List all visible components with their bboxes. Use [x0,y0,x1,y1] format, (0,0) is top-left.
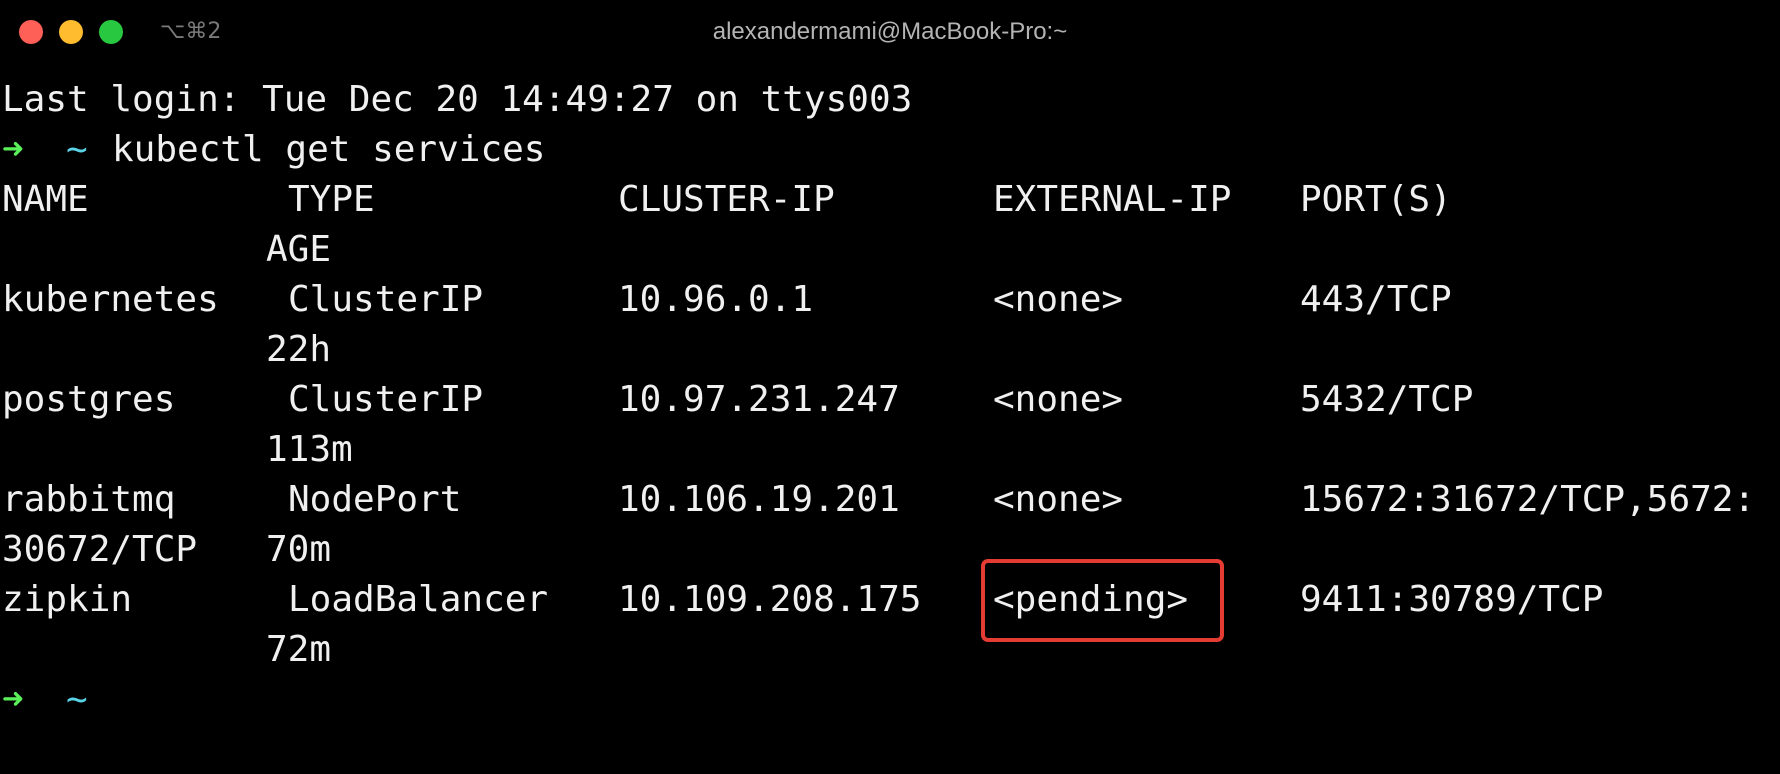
service-name: postgres [2,379,176,420]
table-row-wrap: 22h [0,325,1780,375]
column-header-external-ip: EXTERNAL-IP [993,179,1232,220]
column-header-type: TYPE [288,179,375,220]
service-age: 22h [266,329,332,370]
terminal-output[interactable]: Last login: Tue Dec 20 14:49:27 on ttys0… [0,0,1780,774]
service-cluster-ip: 10.96.0.1 [618,279,814,320]
service-type: ClusterIP [288,379,484,420]
service-ports-wrap: 30672/TCP [2,529,198,570]
column-header-age: AGE [266,229,332,270]
column-header-cluster-ip: CLUSTER-IP [618,179,835,220]
table-row: zipkin LoadBalancer 10.109.208.175 <pend… [0,575,1780,625]
service-cluster-ip: 10.97.231.247 [618,379,900,420]
service-age: 70m [266,529,332,570]
table-header: NAME TYPE CLUSTER-IP EXTERNAL-IP PORT(S) [0,175,1780,225]
last-login-text: Last login: Tue Dec 20 14:49:27 on ttys0… [2,79,913,120]
prompt-cwd: ~ [66,679,88,720]
service-name: kubernetes [2,279,219,320]
table-header-wrap: AGE [0,225,1780,275]
prompt-cwd: ~ [66,129,88,170]
service-type: NodePort [288,479,462,520]
service-ports: 9411:30789/TCP [1300,579,1604,620]
service-age: 72m [266,629,332,670]
external-ip-highlight-box [981,559,1224,642]
service-external-ip: <none> [993,479,1124,520]
table-row: rabbitmq NodePort 10.106.19.201 <none> 1… [0,475,1780,525]
column-header-name: NAME [2,179,89,220]
service-cluster-ip: 10.109.208.175 [618,579,922,620]
service-type: LoadBalancer [288,579,549,620]
service-name: rabbitmq [2,479,176,520]
prompt-arrow-icon: ➜ [2,129,24,170]
table-row: postgres ClusterIP 10.97.231.247 <none> … [0,375,1780,425]
column-header-ports: PORT(S) [1300,179,1452,220]
service-type: ClusterIP [288,279,484,320]
service-age: 113m [266,429,353,470]
service-external-ip: <none> [993,379,1124,420]
service-ports: 443/TCP [1300,279,1452,320]
service-external-ip: <none> [993,279,1124,320]
command-line: ➜ ~ kubectl get services [0,125,1780,175]
service-ports: 15672:31672/TCP,5672: [1300,479,1756,520]
table-row-wrap: 72m [0,625,1780,675]
table-row-wrap: 113m [0,425,1780,475]
last-login-line: Last login: Tue Dec 20 14:49:27 on ttys0… [0,75,1780,125]
command-text: kubectl get services [112,129,546,170]
table-row-wrap: 30672/TCP 70m [0,525,1780,575]
service-cluster-ip: 10.106.19.201 [618,479,900,520]
prompt-line[interactable]: ➜ ~ [0,675,1780,725]
service-name: zipkin [2,579,133,620]
service-ports: 5432/TCP [1300,379,1474,420]
prompt-arrow-icon: ➜ [2,679,24,720]
terminal-window: ⌥⌘2 alexandermami@MacBook-Pro:~ Last log… [0,0,1780,774]
table-row: kubernetes ClusterIP 10.96.0.1 <none> 44… [0,275,1780,325]
